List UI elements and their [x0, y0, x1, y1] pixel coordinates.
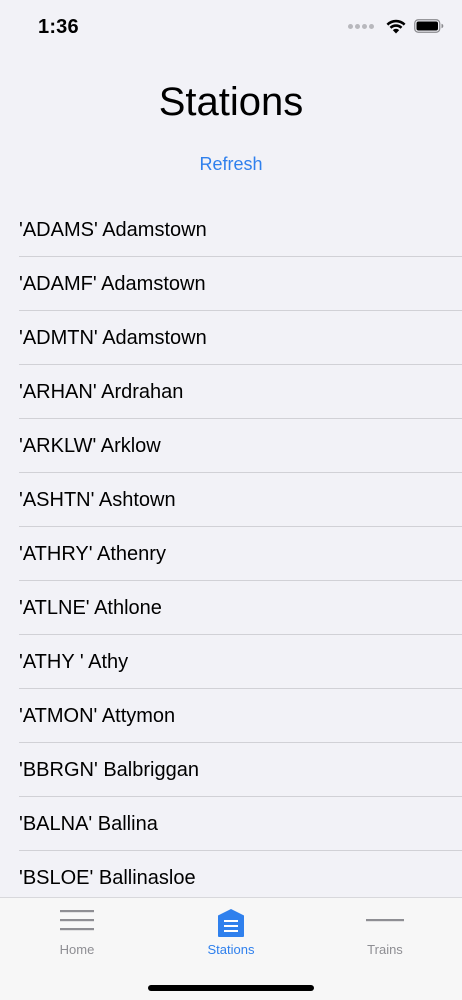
tab-bar: Home Stations Trains [0, 897, 462, 1000]
train-line-icon [366, 919, 404, 922]
list-item[interactable]: 'ATMON' Attymon [0, 689, 462, 743]
cellular-signal-icon [348, 23, 374, 29]
list-item[interactable]: 'BALNA' Ballina [0, 797, 462, 851]
list-item[interactable]: 'BBRGN' Balbriggan [0, 743, 462, 797]
stations-list-icon [218, 909, 244, 937]
status-time: 1:36 [38, 16, 79, 38]
list-item[interactable]: 'ATHRY' Athenry [0, 527, 462, 581]
tab-trains-label: Trains [367, 942, 403, 957]
list-item[interactable]: 'ATLNE' Athlone [0, 581, 462, 635]
battery-icon [414, 19, 444, 33]
list-item[interactable]: 'BSLOE' Ballinasloe [0, 851, 462, 897]
list-item[interactable]: 'ASHTN' Ashtown [0, 473, 462, 527]
refresh-button[interactable]: Refresh [0, 154, 462, 175]
station-list[interactable]: 'ADAMS' Adamstown 'ADAMF' Adamstown 'ADM… [0, 203, 462, 897]
tab-stations-label: Stations [207, 942, 255, 957]
tab-stations[interactable]: Stations [154, 898, 308, 968]
tab-home[interactable]: Home [0, 898, 154, 968]
menu-lines-icon [60, 910, 94, 931]
wifi-icon [386, 19, 406, 34]
tab-home-label: Home [59, 942, 95, 957]
list-item[interactable]: 'ARKLW' Arklow [0, 419, 462, 473]
list-item[interactable]: 'ADAMS' Adamstown [0, 203, 462, 257]
home-indicator [148, 985, 314, 991]
list-item[interactable]: 'ADAMF' Adamstown [0, 257, 462, 311]
list-item[interactable]: 'ADMTN' Adamstown [0, 311, 462, 365]
list-item[interactable]: 'ATHY ' Athy [0, 635, 462, 689]
status-bar: 1:36 [0, 0, 462, 56]
list-item[interactable]: 'ARHAN' Ardrahan [0, 365, 462, 419]
status-icons [348, 18, 444, 34]
tab-trains[interactable]: Trains [308, 898, 462, 968]
page-title: Stations [158, 80, 304, 124]
